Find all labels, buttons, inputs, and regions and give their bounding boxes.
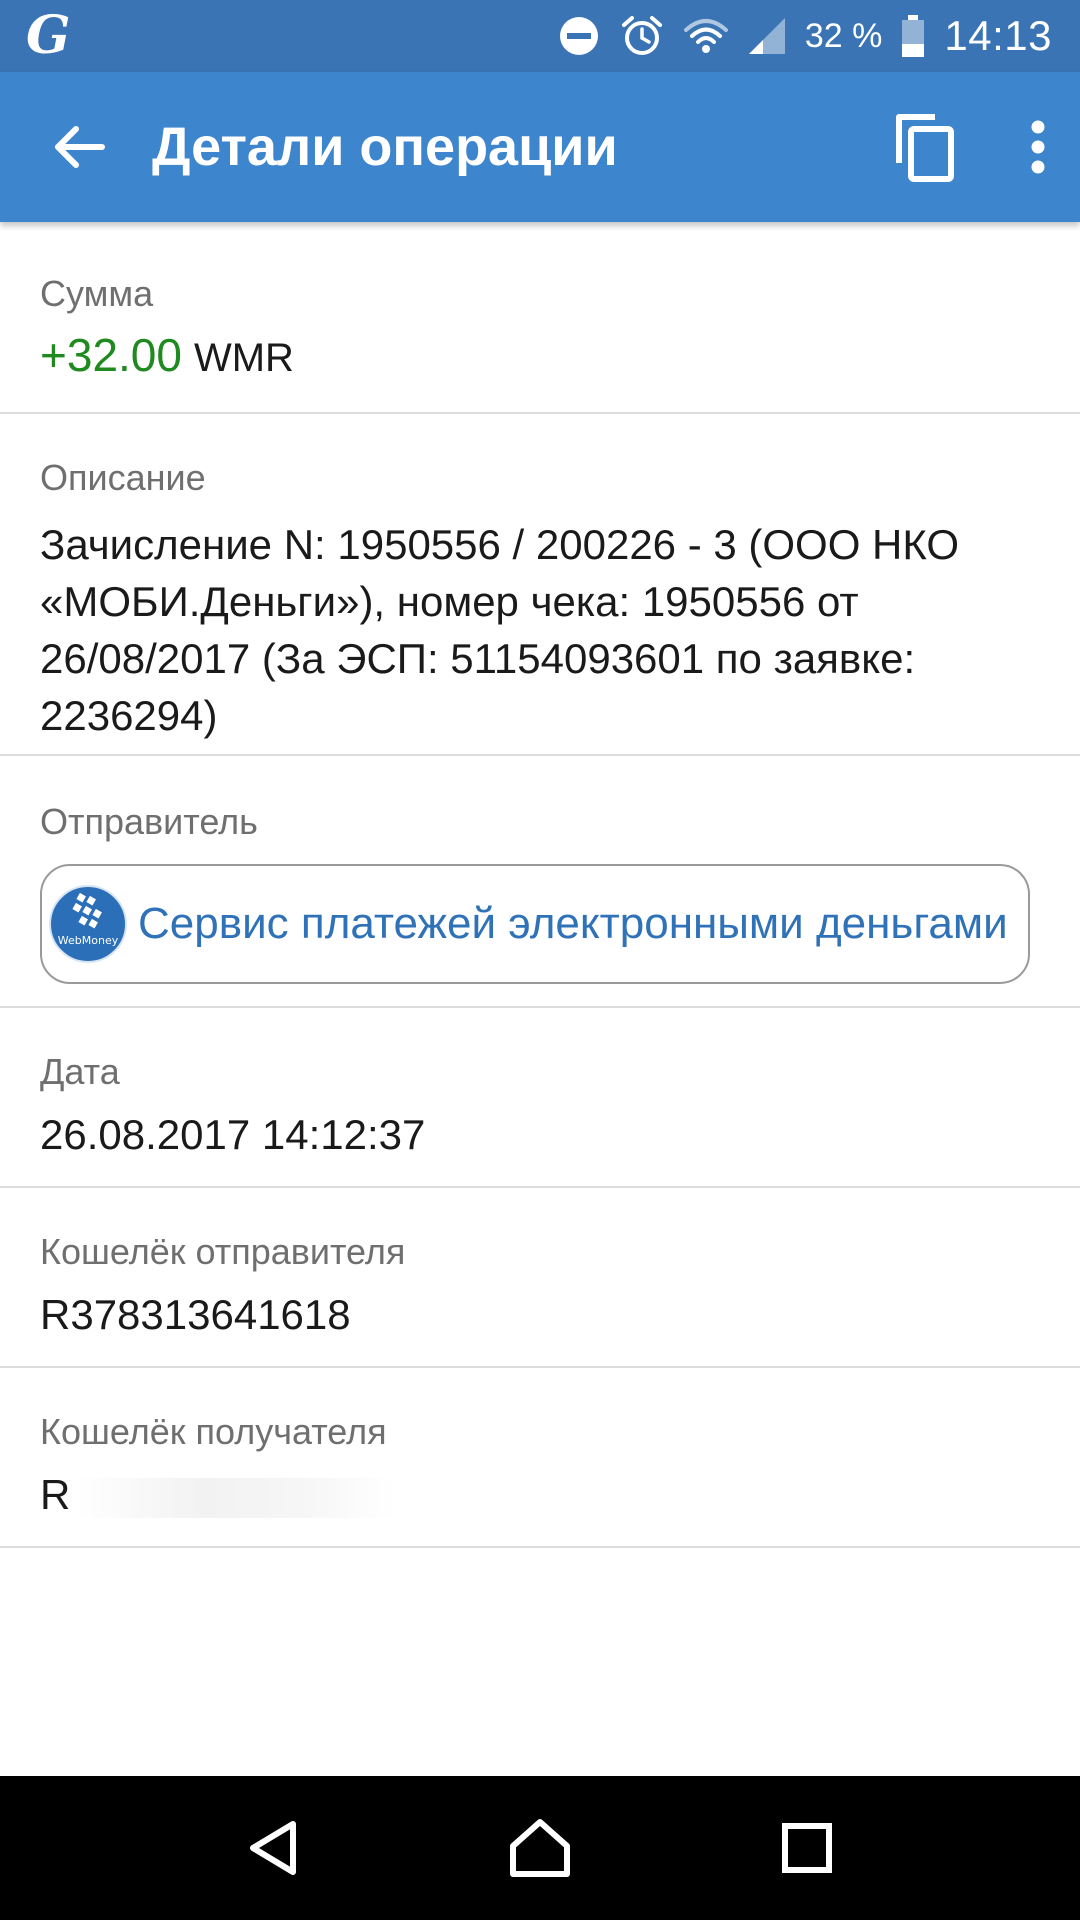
copy-button[interactable] — [880, 102, 970, 192]
amount-currency: WMR — [193, 336, 294, 380]
home-icon — [509, 1819, 570, 1877]
recipient-wallet-label: Кошелёк получателя — [40, 1411, 387, 1452]
dnd-icon — [559, 17, 598, 55]
more-vert-icon — [1031, 120, 1045, 174]
recipient-wallet-value: R — [40, 1471, 71, 1518]
amount-field: Сумма +32.00 WMR — [0, 222, 1080, 414]
description-field: Описание Зачисление N: 1950556 / 200226 … — [0, 414, 1080, 756]
screen: G 32 % 14:13 Детали операции Сумма +32.0… — [0, 0, 1080, 1920]
battery-icon — [902, 15, 925, 57]
description-label: Описание — [40, 457, 206, 498]
amount-value-line: +32.00 WMR — [40, 328, 1040, 385]
redacted-area — [76, 1477, 397, 1518]
status-right: 32 % 14:13 — [557, 13, 1052, 59]
status-bar: G 32 % 14:13 — [0, 0, 1080, 72]
app-bar: Детали операции — [0, 72, 1080, 222]
sender-field: Отправитель WebMoney Сервис платежей эле… — [0, 756, 1080, 1008]
sender-wallet-field: Кошелёк отправителя R378313641618 — [0, 1188, 1080, 1368]
recipient-wallet-field: Кошелёк получателя R — [0, 1368, 1080, 1548]
sender-wallet-value: R378313641618 — [40, 1291, 351, 1338]
recipient-wallet-line: R — [40, 1466, 1040, 1523]
amount-value: +32.00 — [40, 329, 182, 381]
sender-label: Отправитель — [40, 801, 258, 842]
signal-icon — [748, 18, 785, 54]
nav-recents-button[interactable] — [747, 1788, 867, 1908]
sender-wallet-label: Кошелёк отправителя — [40, 1231, 406, 1272]
wifi-icon — [683, 19, 728, 53]
copy-icon — [896, 114, 954, 182]
battery-percent: 32 % — [804, 17, 883, 55]
back-button[interactable] — [38, 107, 118, 187]
amount-label: Сумма — [40, 273, 154, 314]
back-arrow-icon — [55, 126, 105, 168]
status-left: G — [26, 10, 70, 62]
description-value: Зачисление N: 1950556 / 200226 - 3 (ООО … — [40, 521, 960, 739]
app-notification-icon: G — [26, 5, 71, 66]
navigation-bar — [0, 1776, 1080, 1920]
date-field: Дата 26.08.2017 14:12:37 — [0, 1008, 1080, 1188]
webmoney-logo-icon: WebMoney — [49, 885, 127, 963]
back-triangle-icon — [250, 1821, 297, 1875]
sender-chip[interactable]: WebMoney Сервис платежей электронными де… — [40, 864, 1030, 984]
more-options-button[interactable] — [1008, 102, 1068, 192]
nav-home-button[interactable] — [480, 1788, 600, 1908]
webmoney-logo-text: WebMoney — [58, 934, 119, 947]
operation-details: Сумма +32.00 WMR Описание Зачисление N: … — [0, 222, 1080, 1548]
date-value: 26.08.2017 14:12:37 — [40, 1111, 426, 1158]
nav-back-button[interactable] — [213, 1788, 333, 1908]
recents-icon — [781, 1823, 832, 1873]
date-label: Дата — [40, 1051, 120, 1092]
page-title: Детали операции — [152, 117, 618, 177]
sender-name-link: Сервис платежей электронными деньгами — [138, 899, 1008, 948]
alarm-icon — [621, 16, 662, 55]
clock: 14:13 — [944, 12, 1052, 59]
